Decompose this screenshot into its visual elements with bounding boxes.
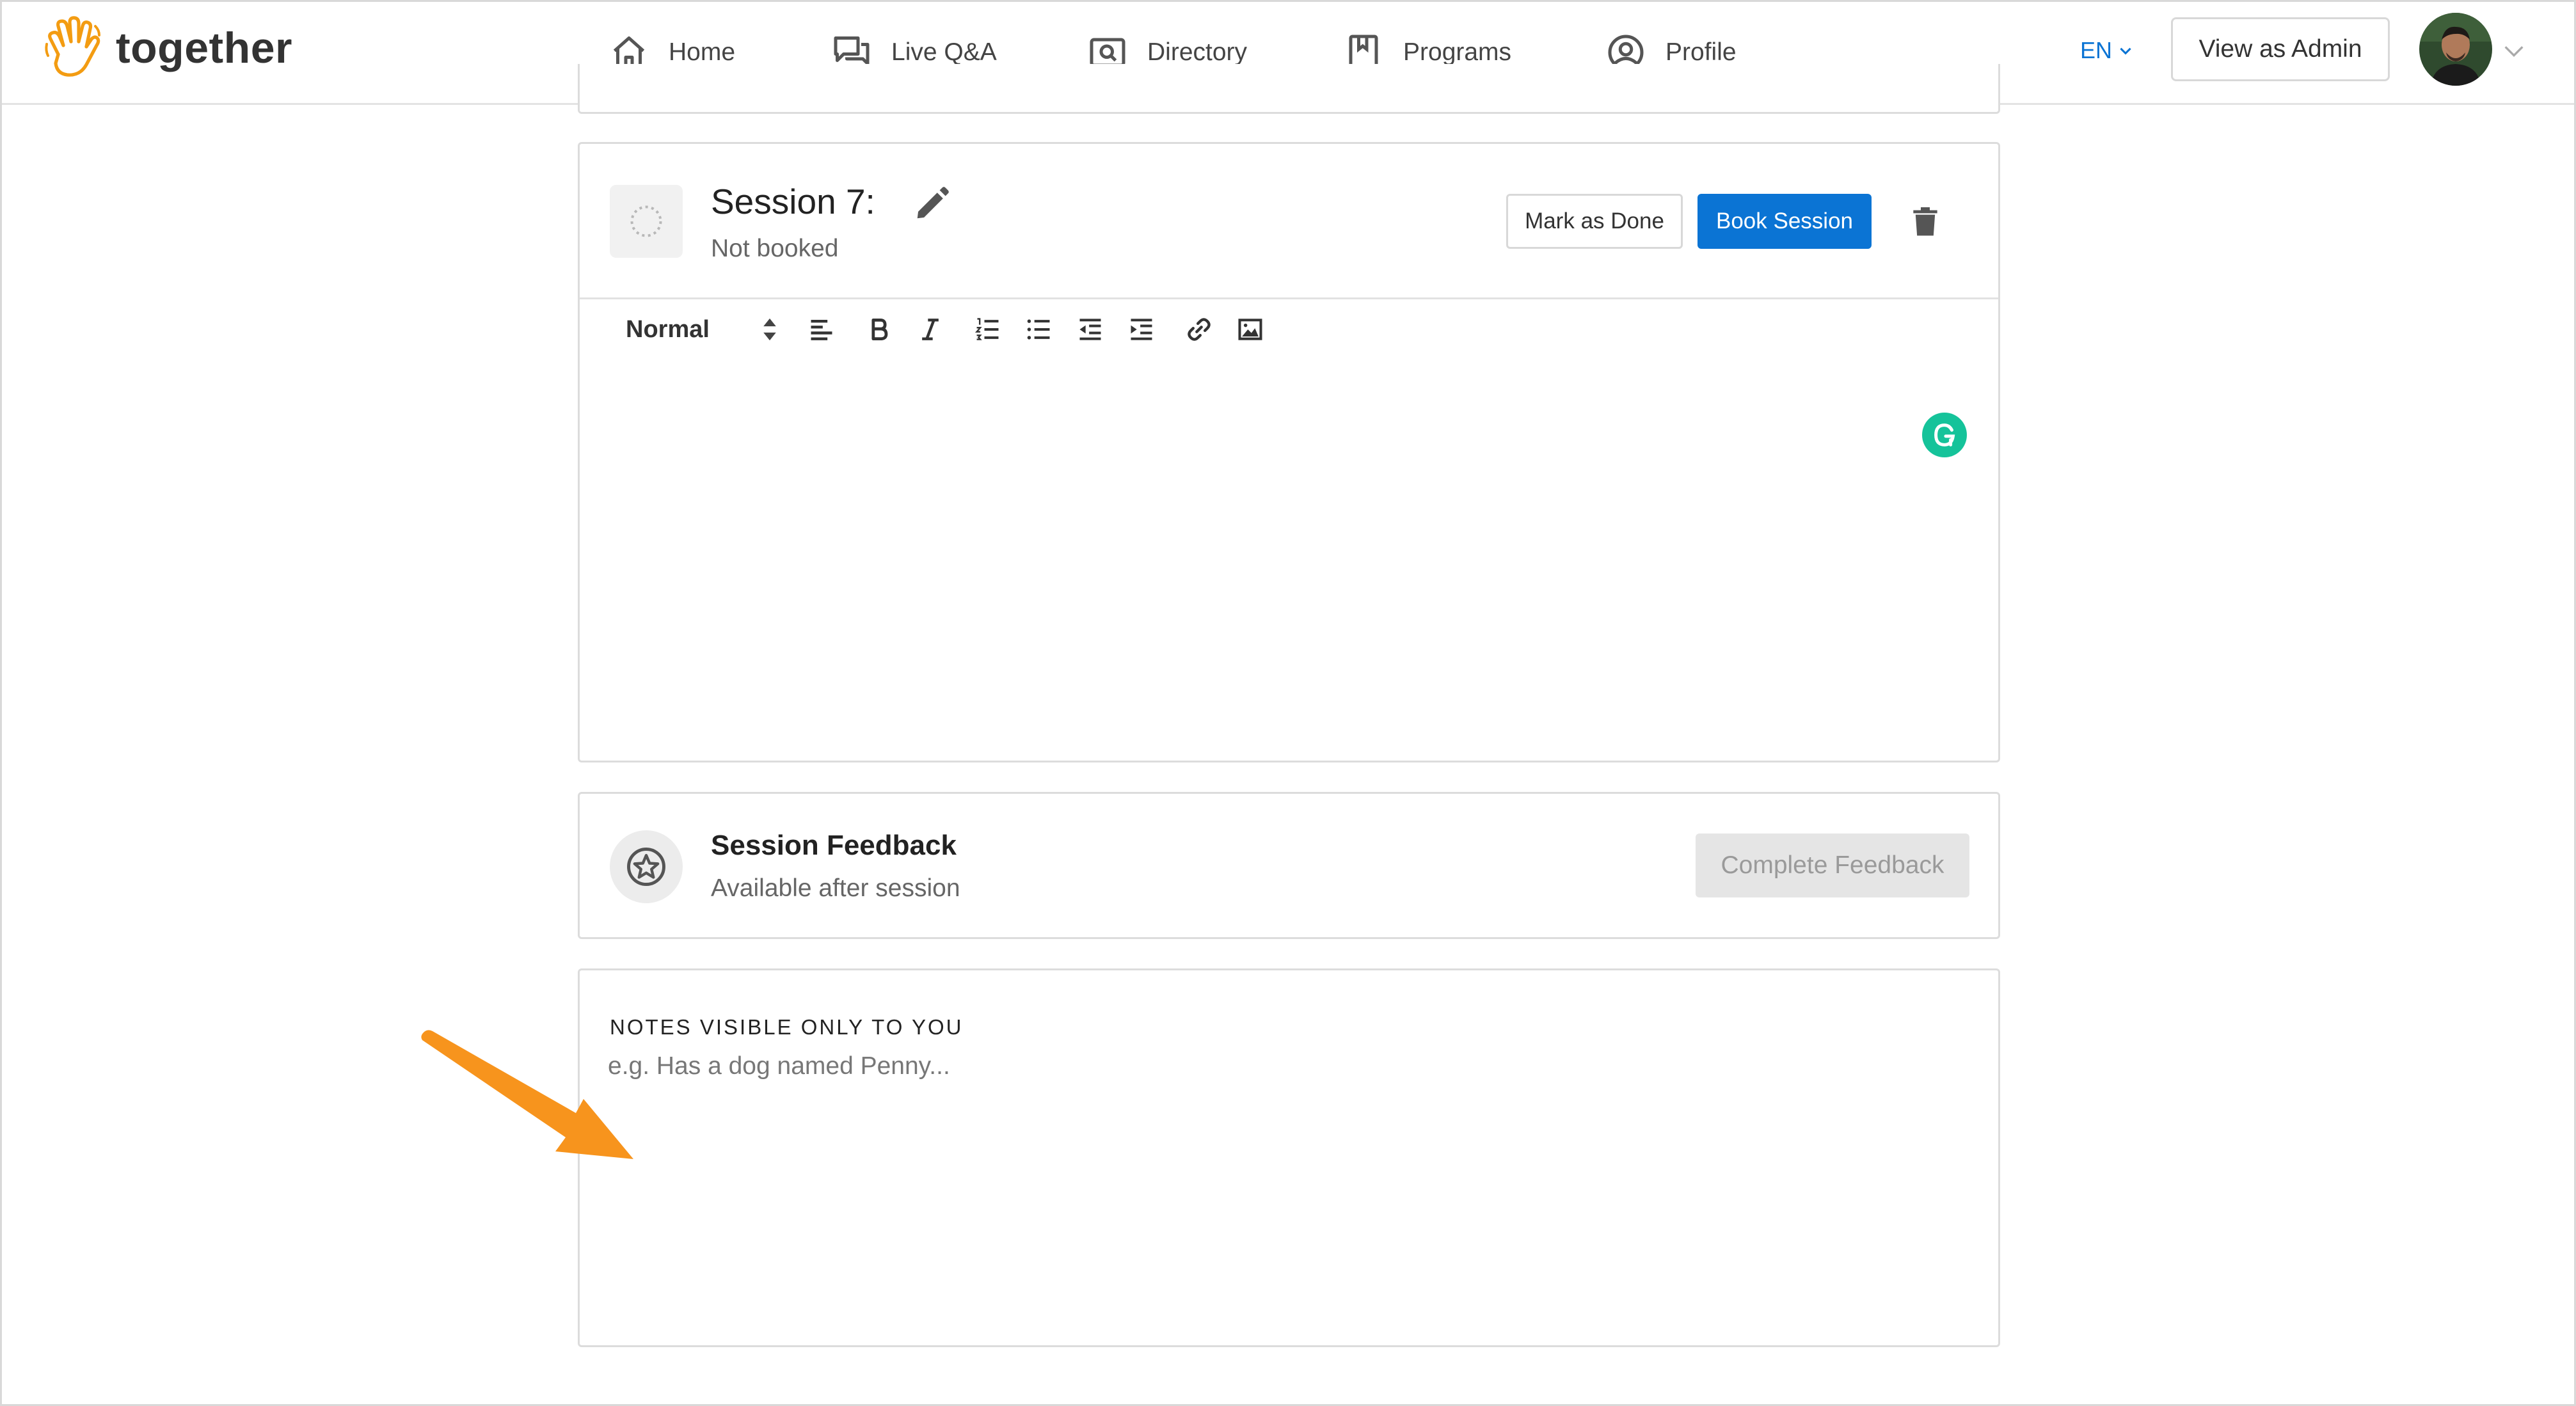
book-session-button[interactable]: Book Session — [1697, 194, 1872, 249]
mark-as-done-button[interactable]: Mark as Done — [1506, 194, 1683, 249]
session-title: Session 7: — [711, 182, 875, 221]
view-as-admin-button[interactable]: View as Admin — [2171, 17, 2390, 81]
align-button[interactable] — [807, 297, 836, 361]
avatar[interactable] — [2419, 13, 2492, 86]
language-label: EN — [2080, 37, 2113, 63]
image-icon — [1238, 319, 1262, 340]
outdent-icon — [1079, 319, 1101, 340]
private-notes-card: NOTES VISIBLE ONLY TO YOU — [578, 968, 2000, 1347]
chevron-down-icon — [2120, 47, 2131, 55]
link-button[interactable] — [1185, 297, 1213, 361]
star-badge-icon — [627, 848, 665, 886]
pencil-icon — [917, 187, 949, 219]
sort-arrows-icon — [763, 318, 776, 341]
rich-text-toolbar: Normal — [580, 297, 1998, 361]
trash-icon — [1913, 207, 1937, 236]
brand-name: together — [116, 24, 292, 72]
pending-dotted-circle-icon — [630, 205, 662, 237]
indent-button[interactable] — [1127, 297, 1156, 361]
delete-session-button[interactable] — [1907, 201, 1943, 243]
feedback-icon-tile — [610, 830, 683, 903]
session-feedback-card: Session Feedback Available after session… — [578, 792, 2000, 939]
bullet-list-icon — [1027, 319, 1050, 340]
align-left-icon — [811, 319, 832, 340]
waving-hand-icon — [45, 16, 100, 77]
link-icon — [1188, 318, 1211, 341]
nav-live-qa-label: Live Q&A — [891, 38, 997, 66]
indent-icon — [1131, 319, 1152, 340]
session-header: Session 7: Not booked Mark as Done Book … — [580, 144, 1998, 299]
nav-home-label: Home — [669, 38, 736, 66]
italic-button[interactable] — [916, 297, 944, 361]
chevron-down-icon — [2504, 46, 2524, 58]
bold-button[interactable] — [865, 297, 893, 361]
language-selector[interactable]: EN — [2080, 37, 2134, 64]
bullet-list-button[interactable] — [1025, 297, 1053, 361]
feedback-subtitle: Available after session — [711, 874, 960, 902]
complete-feedback-button[interactable]: Complete Feedback — [1696, 833, 1969, 897]
session-card: Session 7: Not booked Mark as Done Book … — [578, 142, 2000, 762]
format-select[interactable]: Normal — [626, 297, 784, 361]
format-select-value: Normal — [626, 315, 710, 343]
grammarly-g-icon — [1934, 423, 1955, 446]
ordered-list-button[interactable] — [974, 297, 1002, 361]
private-notes-input[interactable] — [608, 1052, 1971, 1334]
previous-session-card — [578, 64, 2000, 114]
private-notes-label: NOTES VISIBLE ONLY TO YOU — [610, 1015, 964, 1039]
session-status-text: Not booked — [711, 235, 839, 262]
brand-logo[interactable]: together — [43, 16, 292, 80]
grammarly-button[interactable] — [1922, 413, 1967, 457]
feedback-title: Session Feedback — [711, 830, 957, 861]
session-status-tile — [610, 185, 683, 258]
nav-programs-label: Programs — [1403, 38, 1512, 66]
nav-directory-label: Directory — [1147, 38, 1248, 66]
image-button[interactable] — [1236, 297, 1264, 361]
session-notes-editor[interactable] — [580, 361, 1998, 761]
outdent-button[interactable] — [1076, 297, 1104, 361]
ordered-list-icon — [974, 318, 999, 340]
account-menu-toggle[interactable] — [2501, 38, 2527, 67]
bold-icon — [871, 318, 888, 341]
user-photo-icon — [2419, 13, 2492, 86]
nav-profile-label: Profile — [1666, 38, 1737, 66]
edit-session-button[interactable] — [912, 184, 952, 226]
annotation-arrow-icon — [421, 1030, 633, 1159]
italic-icon — [922, 319, 939, 340]
